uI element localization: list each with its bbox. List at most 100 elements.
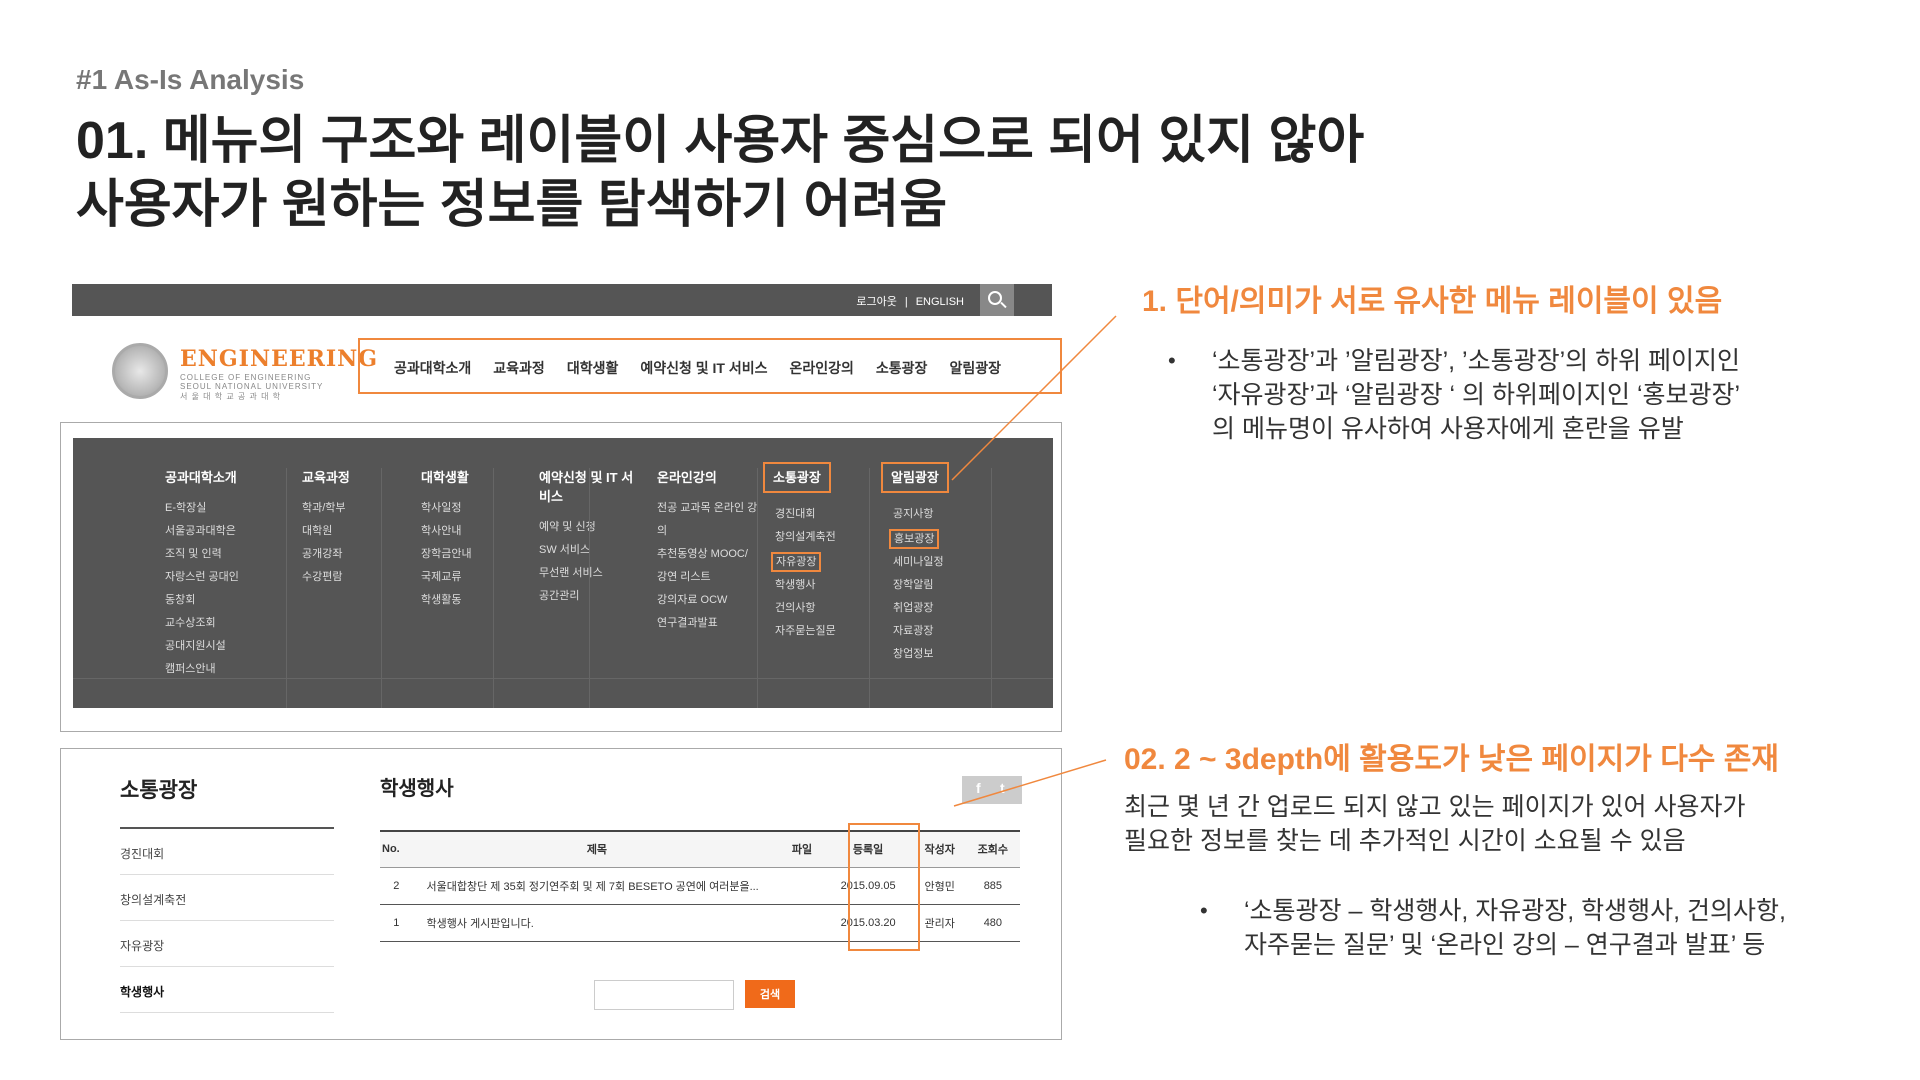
mega-item[interactable]: 추천동영상 MOOC/ [657,543,757,566]
headline: 01. 메뉴의 구조와 레이블이 사용자 중심으로 되어 있지 않아 사용자가 … [76,110,1364,238]
mega-item[interactable]: 공개강좌 [302,543,412,566]
mega-item[interactable]: 서울공과대학은 [165,520,275,543]
gnb-item-communication[interactable]: 소통광장 [876,358,928,378]
mega-col-title-highlighted[interactable]: 소통광장 [763,462,831,493]
mega-item[interactable]: 전공 교과목 온라인 강 [657,497,757,520]
mega-item[interactable]: E-학장실 [165,497,275,520]
mega-col-title-line-2: 비스 [539,489,563,504]
mega-item[interactable]: 강의자료 OCW [657,589,757,612]
logo-subline-2: SEOUL NATIONAL UNIVERSITY [180,382,324,391]
mega-col-title[interactable]: 예약신청 및 IT 서 비스 [539,468,633,506]
col-author: 작성자 [913,830,966,868]
bullet-dot: • [1168,348,1176,373]
mega-item[interactable]: 수강편람 [302,566,412,589]
mega-divider [381,468,382,708]
mega-divider [286,468,287,708]
mega-col-reservation-it: 예약신청 및 IT 서 비스 예약 및 신청 SW 서비스 무선랜 서비스 공간… [539,468,635,608]
global-nav-highlight: 공과대학소개 교육과정 대학생활 예약신청 및 IT 서비스 온라인강의 소통광… [358,338,1062,394]
mega-item[interactable]: 세미나일정 [893,551,1003,574]
mega-item[interactable]: 의 [657,520,757,543]
cell-file [781,904,823,942]
lnb-item[interactable]: 경진대회 [120,829,334,875]
mega-item[interactable]: 학생활동 [421,589,531,612]
col-file: 파일 [781,830,823,868]
mega-item[interactable]: SW 서비스 [539,539,635,562]
annotation-1-line-2: ‘자유광장’과 ‘알림광장 ‘ 의 하위페이지인 ‘홍보광장’ [1212,381,1741,409]
mega-col-campus-life: 대학생활 학사일정 학사안내 장학금안내 국제교류 학생활동 [421,468,531,612]
gnb-item-online-lecture[interactable]: 온라인강의 [790,358,854,378]
mega-col-title[interactable]: 온라인강의 [657,468,717,487]
mega-col-title[interactable]: 교육과정 [302,468,350,487]
col-views: 조회수 [965,830,1020,868]
twitter-icon[interactable]: t [1000,780,1005,796]
mega-item[interactable]: 예약 및 신청 [539,516,635,539]
mega-item[interactable]: 취업광장 [893,597,1003,620]
mega-item-highlighted[interactable]: 자유광장 [771,552,822,572]
mega-col-items: 예약 및 신청 SW 서비스 무선랜 서비스 공간관리 [539,516,635,608]
mega-col-title[interactable]: 공과대학소개 [165,468,237,487]
mega-item[interactable]: 장학금안내 [421,543,531,566]
mega-item[interactable]: 조직 및 인력 [165,543,275,566]
table-header-row: No. 제목 파일 등록일 작성자 조회수 [380,830,1020,868]
mega-divider [757,468,758,708]
mega-menu: 공과대학소개 E-학장실 서울공과대학은 조직 및 인력 자랑스런 공대인 동창… [73,438,1053,708]
mega-item-highlighted[interactable]: 홍보광장 [889,529,940,549]
mega-item[interactable]: 대학원 [302,520,412,543]
mega-col-title-highlighted[interactable]: 알림광장 [881,462,949,493]
mega-item[interactable]: 강연 리스트 [657,566,757,589]
mega-col-title-line-1: 예약신청 및 IT 서 [539,470,634,485]
top-links: 로그아웃 | ENGLISH [852,293,968,309]
date-column-highlight [848,823,920,951]
logout-link[interactable]: 로그아웃 [856,296,896,308]
col-no: No. [380,830,413,868]
site-top-bar: 로그아웃 | ENGLISH [72,284,1052,316]
table-row[interactable]: 2 서울대합창단 제 35회 정기연주회 및 제 7회 BESETO 공연에 여… [380,867,1020,905]
mega-item[interactable]: 학과/학부 [302,497,412,520]
mega-item[interactable]: 캠퍼스안내 [165,658,275,681]
mega-item[interactable]: 학사일정 [421,497,531,520]
mega-item[interactable]: 장학알림 [893,574,1003,597]
mega-col-about: 공과대학소개 E-학장실 서울공과대학은 조직 및 인력 자랑스런 공대인 동창… [165,468,275,681]
mega-col-items: 전공 교과목 온라인 강 의 추천동영상 MOOC/ 강연 리스트 강의자료 O… [657,497,757,635]
gnb-item-campus-life[interactable]: 대학생활 [567,358,619,378]
lnb-list: 경진대회 창의설계축전 자유광장 학생행사 [120,829,334,1013]
mega-item[interactable]: 자랑스런 공대인 [165,566,275,589]
gnb-item-curriculum[interactable]: 교육과정 [493,358,545,378]
college-logo[interactable]: ENGINEERING COLLEGE OF ENGINEERING SEOUL… [112,340,377,401]
gnb-item-notice[interactable]: 알림광장 [949,358,1001,378]
mega-item[interactable]: 무선랜 서비스 [539,562,635,585]
gnb-item-about[interactable]: 공과대학소개 [394,358,471,378]
board-search-button[interactable]: 검색 [745,980,795,1008]
cell-subject[interactable]: 서울대합창단 제 35회 정기연주회 및 제 7회 BESETO 공연에 여러분… [412,867,782,905]
lnb-item-active[interactable]: 학생행사 [120,967,334,1013]
english-link[interactable]: ENGLISH [916,296,964,308]
headline-line-1: 01. 메뉴의 구조와 레이블이 사용자 중심으로 되어 있지 않아 [76,112,1365,170]
mega-divider [589,468,590,708]
board-search-input[interactable] [594,980,734,1010]
annotation-2-body-line-1: 최근 몇 년 간 업로드 되지 않고 있는 페이지가 있어 사용자가 [1124,793,1746,821]
mega-item[interactable]: 연구결과발표 [657,612,757,635]
mega-item[interactable]: 공대지원시설 [165,635,275,658]
table-row[interactable]: 1 학생행사 게시판입니다. 2015.03.20 관리자 480 [380,904,1020,942]
mega-divider [991,468,992,708]
mega-item[interactable]: 교수상조회 [165,612,275,635]
mega-item[interactable]: 공간관리 [539,585,635,608]
mega-item[interactable]: 동창회 [165,589,275,612]
mega-item[interactable]: 학사안내 [421,520,531,543]
annotation-1-bullet: • ‘소통광장’과 ’알림광장’, ’소통광장’의 하위 페이지인 ‘자유광장’… [1168,344,1741,446]
lnb-item[interactable]: 자유광장 [120,921,334,967]
lnb-item[interactable]: 창의설계축전 [120,875,334,921]
sns-share: f t [962,776,1022,804]
mega-item[interactable]: 공지사항 [893,503,1003,526]
mega-item[interactable]: 자료광장 [893,620,1003,643]
facebook-icon[interactable]: f [976,780,981,796]
site-search-button[interactable] [980,284,1014,316]
mega-item[interactable]: 국제교류 [421,566,531,589]
logo-subline-1: COLLEGE OF ENGINEERING [180,373,312,382]
mega-item[interactable]: 창업정보 [893,643,1003,666]
mega-col-title[interactable]: 대학생활 [421,468,469,487]
mega-col-items: E-학장실 서울공과대학은 조직 및 인력 자랑스런 공대인 동창회 교수상조회… [165,497,275,681]
mega-col-curriculum: 교육과정 학과/학부 대학원 공개강좌 수강편람 [302,468,412,589]
gnb-item-reservation-it[interactable]: 예약신청 및 IT 서비스 [640,358,767,378]
cell-subject[interactable]: 학생행사 게시판입니다. [412,904,782,942]
